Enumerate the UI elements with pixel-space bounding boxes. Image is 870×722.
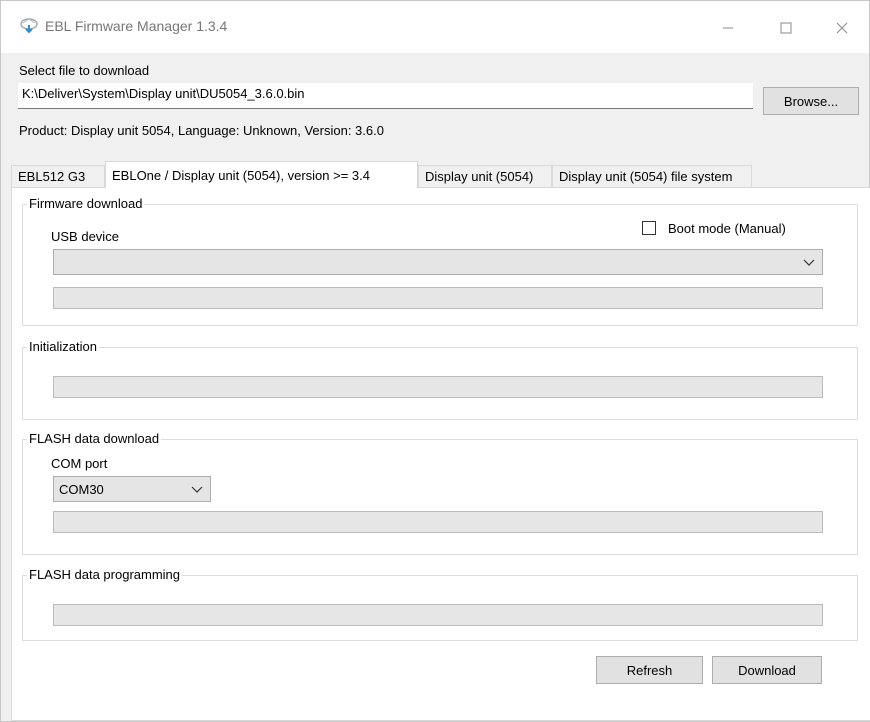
tab-label: EBL512 G3 <box>18 169 86 184</box>
product-info-text: Product: Display unit 5054, Language: Un… <box>19 123 384 138</box>
tab-display-unit[interactable]: Display unit (5054) <box>418 165 552 187</box>
flash-data-download-group: FLASH data download COM port COM30 <box>22 431 858 555</box>
initialization-progress <box>53 376 823 398</box>
flash-data-programming-group: FLASH data programming <box>22 567 858 641</box>
maximize-button[interactable] <box>763 11 809 45</box>
minimize-button[interactable] <box>705 11 751 45</box>
select-file-label: Select file to download <box>19 63 150 78</box>
flash-data-download-progress <box>53 511 823 533</box>
window-title: EBL Firmware Manager 1.3.4 <box>45 18 228 34</box>
main-window: EBL Firmware Manager 1.3.4 Select file t… <box>0 0 870 722</box>
com-port-select[interactable]: COM30 <box>53 476 211 502</box>
initialization-group: Initialization <box>22 339 858 420</box>
flash-data-programming-title: FLASH data programming <box>27 567 183 582</box>
tab-display-unit-file-system[interactable]: Display unit (5054) file system <box>552 165 752 187</box>
close-button[interactable] <box>819 11 865 45</box>
close-icon <box>836 22 848 34</box>
refresh-button[interactable]: Refresh <box>596 656 703 684</box>
boot-mode-label: Boot mode (Manual) <box>668 221 786 236</box>
initialization-title: Initialization <box>27 339 99 354</box>
chevron-down-icon <box>803 259 815 266</box>
firmware-download-title: Firmware download <box>27 196 145 211</box>
firmware-download-progress <box>53 287 823 309</box>
chevron-down-icon <box>191 486 203 493</box>
firmware-app-icon <box>20 18 38 34</box>
com-port-value: COM30 <box>59 482 104 497</box>
flash-data-programming-progress <box>53 604 823 626</box>
boot-mode-checkbox[interactable] <box>642 221 656 235</box>
tab-label: Display unit (5054) <box>425 169 534 184</box>
com-port-label: COM port <box>51 456 108 471</box>
firmware-download-group: Firmware download USB device Boot mode (… <box>22 196 858 326</box>
file-path-input[interactable]: K:\Deliver\System\Display unit\DU5054_3.… <box>18 83 753 109</box>
title-bar[interactable]: EBL Firmware Manager 1.3.4 <box>1 1 869 53</box>
usb-device-select[interactable] <box>53 249 823 275</box>
tab-ebl512-g3[interactable]: EBL512 G3 <box>11 165 105 187</box>
tab-label: Display unit (5054) file system <box>559 169 733 184</box>
flash-data-download-title: FLASH data download <box>27 431 162 446</box>
usb-device-label: USB device <box>51 229 119 244</box>
tab-eblone-display-unit[interactable]: EBLOne / Display unit (5054), version >=… <box>105 161 418 188</box>
download-button[interactable]: Download <box>712 656 822 684</box>
tab-label: EBLOne / Display unit (5054), version >=… <box>112 167 370 183</box>
minimize-icon <box>723 27 733 29</box>
tab-panel: Firmware download USB device Boot mode (… <box>11 187 870 721</box>
maximize-icon <box>780 22 792 34</box>
browse-button[interactable]: Browse... <box>763 87 859 115</box>
